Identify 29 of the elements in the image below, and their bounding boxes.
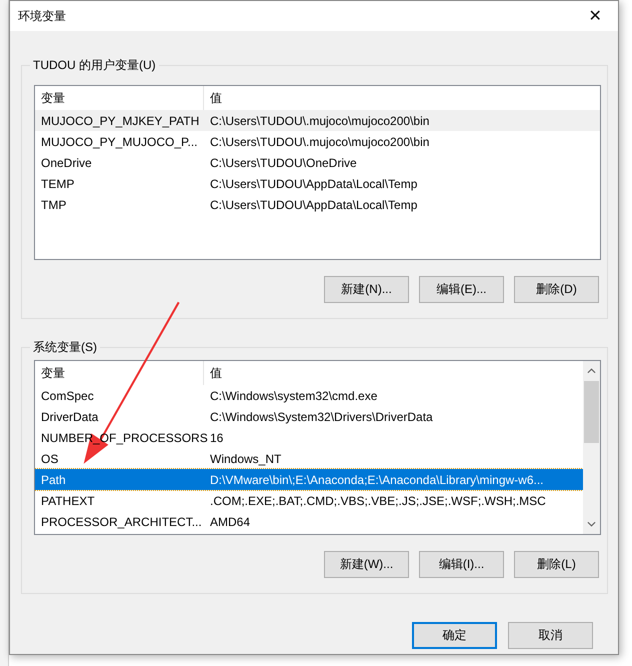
dialog-button[interactable]: 删除(D) <box>514 276 599 303</box>
list-row[interactable]: Path D:\VMware\bin\;E:\Anaconda;E:\Anaconda\Library\mingw-w6... <box>35 469 583 490</box>
dialog-button[interactable]: 确定 <box>412 622 497 649</box>
list-row[interactable]: OneDrive C:\Users\TUDOU\OneDrive <box>35 152 600 173</box>
list-row[interactable]: PATHEXT .COM;.EXE;.BAT;.CMD;.VBS;.VBE;.JS;.JSE;.WSF;.WSH;.MSC <box>35 490 583 511</box>
dialog-button[interactable]: 取消 <box>508 622 593 649</box>
list-row[interactable]: PROCESSOR_ARCHITECT... AMD64 <box>35 511 583 532</box>
column-header[interactable]: 变量 <box>35 361 204 385</box>
list-row[interactable]: OS Windows_NT <box>35 448 583 469</box>
list-row[interactable]: TEMP C:\Users\TUDOU\AppData\Local\Temp <box>35 173 600 194</box>
close-button[interactable]: ✕ <box>572 1 618 31</box>
dialog-button[interactable]: 新建(N)... <box>324 276 409 303</box>
dialog-button[interactable]: 编辑(E)... <box>419 276 504 303</box>
list-row[interactable]: DriverData C:\Windows\System32\Drivers\DriverData <box>35 406 583 427</box>
list-row[interactable]: MUJOCO_PY_MUJOCO_P... C:\Users\TUDOU\.mujoco\mujoco200\bin <box>35 131 600 152</box>
dialog-button[interactable]: 删除(L) <box>514 551 599 578</box>
column-header[interactable]: 值 <box>204 361 579 385</box>
column-header[interactable]: 值 <box>204 86 579 110</box>
scroll-down-icon[interactable] <box>587 521 596 527</box>
scrollbar[interactable] <box>583 361 600 534</box>
list-row[interactable]: ComSpec C:\Windows\system32\cmd.exe <box>35 385 583 406</box>
list-row[interactable]: TMP C:\Users\TUDOU\AppData\Local\Temp <box>35 194 600 215</box>
scroll-up-icon[interactable] <box>587 368 596 374</box>
dialog-button[interactable]: 编辑(I)... <box>419 551 504 578</box>
dialog-button[interactable]: 新建(W)... <box>324 551 409 578</box>
group-label: TUDOU 的用户变量(U) <box>30 57 159 73</box>
window-title: 环境变量 <box>18 8 66 24</box>
group-label: 系统变量(S) <box>30 339 100 355</box>
list-row[interactable]: MUJOCO_PY_MJKEY_PATH C:\Users\TUDOU\.mujoco\mujoco200\bin <box>35 110 600 131</box>
